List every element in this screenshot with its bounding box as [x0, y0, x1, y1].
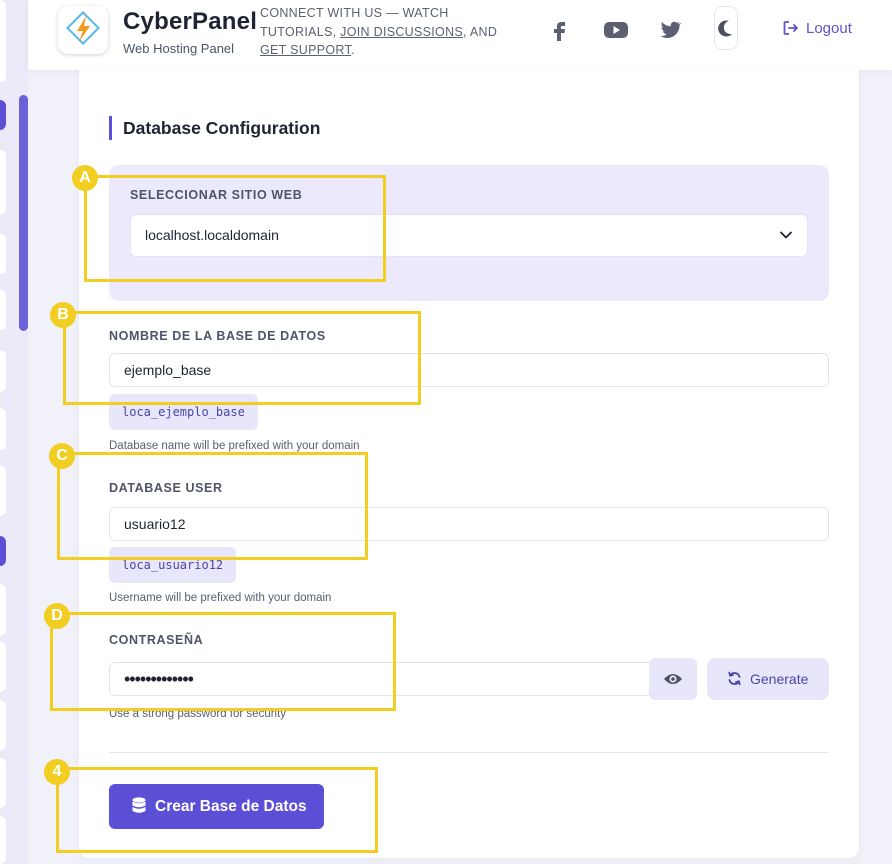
sidebar-scrollbar[interactable]	[19, 95, 28, 331]
sidebar-item-active[interactable]	[0, 536, 6, 566]
sidebar-item[interactable]	[0, 290, 6, 330]
sidebar-item[interactable]	[0, 408, 6, 450]
sidebar-item[interactable]	[0, 466, 6, 516]
annotation-marker-d: D	[44, 603, 70, 629]
sidebar-item[interactable]	[0, 700, 6, 750]
annotation-box-b	[63, 311, 421, 405]
sidebar-item[interactable]	[0, 150, 6, 214]
logout-icon	[783, 21, 798, 35]
brand-name: CyberPanel	[123, 8, 258, 35]
join-discussions-link[interactable]: join discussions	[340, 25, 463, 39]
theme-toggle-button[interactable]	[714, 6, 738, 50]
annotation-box-c	[57, 452, 368, 560]
sidebar-item[interactable]	[0, 758, 6, 808]
sidebar-item[interactable]	[0, 0, 6, 82]
annotation-box-d	[50, 612, 396, 711]
cyberpanel-logo[interactable]	[58, 6, 108, 54]
brand-subtitle: Web Hosting Panel	[123, 41, 235, 56]
annotation-marker-b: B	[50, 302, 76, 328]
divider	[109, 752, 829, 753]
sidebar-item[interactable]	[0, 584, 6, 636]
logout-label: Logout	[806, 20, 852, 37]
logout-button[interactable]: Logout	[783, 20, 852, 37]
sidebar-item[interactable]	[0, 234, 6, 274]
db-name-help: Database name will be prefixed with your…	[109, 440, 360, 452]
annotation-box-a	[84, 175, 386, 282]
sidebar	[0, 0, 28, 864]
chevron-down-icon	[780, 231, 792, 239]
logo-icon	[66, 11, 100, 45]
facebook-icon[interactable]	[548, 19, 572, 41]
top-header: CyberPanel Web Hosting Panel Connect wit…	[28, 0, 892, 70]
generate-password-button[interactable]: Generate	[707, 658, 829, 700]
sidebar-item[interactable]	[0, 350, 6, 392]
get-support-link[interactable]: get support	[260, 43, 351, 57]
sidebar-item[interactable]	[0, 816, 6, 864]
eye-icon	[664, 674, 682, 684]
toggle-password-button[interactable]	[649, 658, 697, 700]
sidebar-item[interactable]	[0, 642, 6, 692]
sidebar-item-active[interactable]	[0, 100, 6, 130]
youtube-icon[interactable]	[603, 19, 629, 41]
generate-label: Generate	[750, 671, 809, 687]
moon-icon	[718, 20, 732, 37]
section-title: Database Configuration	[109, 116, 320, 140]
twitter-icon[interactable]	[658, 19, 682, 41]
annotation-marker-a: A	[72, 165, 98, 191]
connect-text: Connect with us — watch tutorials, join …	[260, 6, 498, 57]
refresh-icon	[728, 671, 741, 686]
annotation-box-4	[56, 767, 378, 853]
db-user-help: Username will be prefixed with your doma…	[109, 592, 332, 604]
annotation-marker-c: C	[49, 443, 75, 469]
annotation-marker-4: 4	[44, 759, 70, 785]
